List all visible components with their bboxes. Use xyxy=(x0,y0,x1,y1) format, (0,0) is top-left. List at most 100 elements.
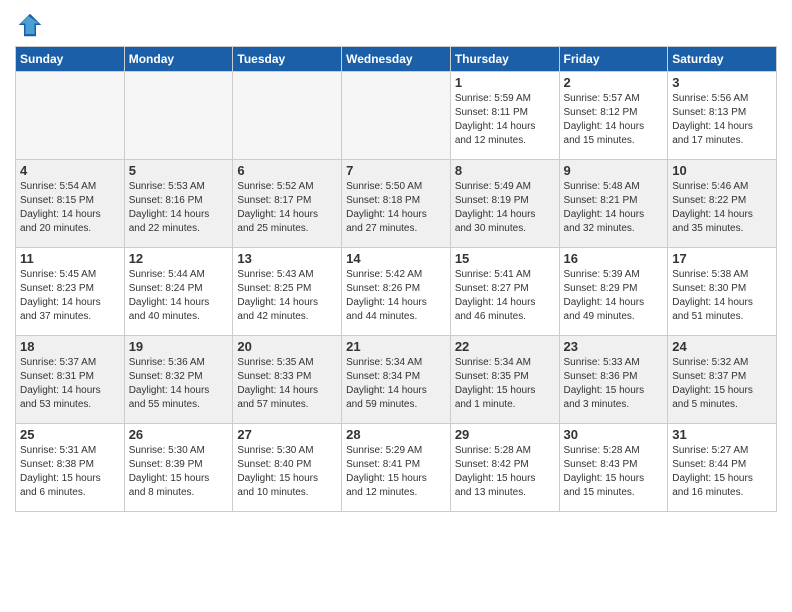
day-number: 13 xyxy=(237,251,337,266)
day-info: Sunrise: 5:30 AMSunset: 8:39 PMDaylight:… xyxy=(129,445,210,498)
day-number: 23 xyxy=(564,339,664,354)
calendar-day-cell xyxy=(342,72,451,160)
calendar-day-cell: 29 Sunrise: 5:28 AMSunset: 8:42 PMDaylig… xyxy=(450,424,559,512)
day-info: Sunrise: 5:54 AMSunset: 8:15 PMDaylight:… xyxy=(20,181,101,234)
calendar-table: SundayMondayTuesdayWednesdayThursdayFrid… xyxy=(15,46,777,512)
day-number: 17 xyxy=(672,251,772,266)
day-info: Sunrise: 5:33 AMSunset: 8:36 PMDaylight:… xyxy=(564,357,645,410)
calendar-day-cell xyxy=(124,72,233,160)
day-info: Sunrise: 5:56 AMSunset: 8:13 PMDaylight:… xyxy=(672,93,753,146)
logo-icon xyxy=(15,10,45,40)
day-info: Sunrise: 5:43 AMSunset: 8:25 PMDaylight:… xyxy=(237,269,318,322)
day-number: 12 xyxy=(129,251,229,266)
calendar-day-cell: 23 Sunrise: 5:33 AMSunset: 8:36 PMDaylig… xyxy=(559,336,668,424)
calendar-header-row: SundayMondayTuesdayWednesdayThursdayFrid… xyxy=(16,47,777,72)
day-number: 24 xyxy=(672,339,772,354)
calendar-day-cell: 12 Sunrise: 5:44 AMSunset: 8:24 PMDaylig… xyxy=(124,248,233,336)
calendar-week-row: 11 Sunrise: 5:45 AMSunset: 8:23 PMDaylig… xyxy=(16,248,777,336)
calendar-week-row: 25 Sunrise: 5:31 AMSunset: 8:38 PMDaylig… xyxy=(16,424,777,512)
calendar-week-row: 18 Sunrise: 5:37 AMSunset: 8:31 PMDaylig… xyxy=(16,336,777,424)
day-info: Sunrise: 5:38 AMSunset: 8:30 PMDaylight:… xyxy=(672,269,753,322)
calendar-day-cell: 13 Sunrise: 5:43 AMSunset: 8:25 PMDaylig… xyxy=(233,248,342,336)
calendar-day-cell xyxy=(233,72,342,160)
calendar-header-cell: Tuesday xyxy=(233,47,342,72)
day-info: Sunrise: 5:35 AMSunset: 8:33 PMDaylight:… xyxy=(237,357,318,410)
calendar-day-cell: 6 Sunrise: 5:52 AMSunset: 8:17 PMDayligh… xyxy=(233,160,342,248)
calendar-header-cell: Monday xyxy=(124,47,233,72)
calendar-day-cell: 4 Sunrise: 5:54 AMSunset: 8:15 PMDayligh… xyxy=(16,160,125,248)
day-number: 11 xyxy=(20,251,120,266)
day-info: Sunrise: 5:34 AMSunset: 8:35 PMDaylight:… xyxy=(455,357,536,410)
day-info: Sunrise: 5:48 AMSunset: 8:21 PMDaylight:… xyxy=(564,181,645,234)
day-info: Sunrise: 5:39 AMSunset: 8:29 PMDaylight:… xyxy=(564,269,645,322)
day-number: 16 xyxy=(564,251,664,266)
calendar-day-cell: 19 Sunrise: 5:36 AMSunset: 8:32 PMDaylig… xyxy=(124,336,233,424)
day-number: 22 xyxy=(455,339,555,354)
day-info: Sunrise: 5:49 AMSunset: 8:19 PMDaylight:… xyxy=(455,181,536,234)
day-info: Sunrise: 5:30 AMSunset: 8:40 PMDaylight:… xyxy=(237,445,318,498)
page: SundayMondayTuesdayWednesdayThursdayFrid… xyxy=(0,0,792,522)
calendar-day-cell: 28 Sunrise: 5:29 AMSunset: 8:41 PMDaylig… xyxy=(342,424,451,512)
day-number: 19 xyxy=(129,339,229,354)
day-number: 2 xyxy=(564,75,664,90)
calendar-day-cell: 30 Sunrise: 5:28 AMSunset: 8:43 PMDaylig… xyxy=(559,424,668,512)
day-info: Sunrise: 5:45 AMSunset: 8:23 PMDaylight:… xyxy=(20,269,101,322)
calendar-day-cell: 31 Sunrise: 5:27 AMSunset: 8:44 PMDaylig… xyxy=(668,424,777,512)
calendar-day-cell: 3 Sunrise: 5:56 AMSunset: 8:13 PMDayligh… xyxy=(668,72,777,160)
day-number: 6 xyxy=(237,163,337,178)
day-info: Sunrise: 5:57 AMSunset: 8:12 PMDaylight:… xyxy=(564,93,645,146)
calendar-day-cell: 7 Sunrise: 5:50 AMSunset: 8:18 PMDayligh… xyxy=(342,160,451,248)
calendar-body: 1 Sunrise: 5:59 AMSunset: 8:11 PMDayligh… xyxy=(16,72,777,512)
day-number: 10 xyxy=(672,163,772,178)
day-number: 29 xyxy=(455,427,555,442)
calendar-day-cell: 17 Sunrise: 5:38 AMSunset: 8:30 PMDaylig… xyxy=(668,248,777,336)
calendar-header-cell: Thursday xyxy=(450,47,559,72)
day-info: Sunrise: 5:52 AMSunset: 8:17 PMDaylight:… xyxy=(237,181,318,234)
day-number: 26 xyxy=(129,427,229,442)
calendar-day-cell: 27 Sunrise: 5:30 AMSunset: 8:40 PMDaylig… xyxy=(233,424,342,512)
day-number: 9 xyxy=(564,163,664,178)
day-info: Sunrise: 5:44 AMSunset: 8:24 PMDaylight:… xyxy=(129,269,210,322)
calendar-day-cell: 24 Sunrise: 5:32 AMSunset: 8:37 PMDaylig… xyxy=(668,336,777,424)
day-info: Sunrise: 5:59 AMSunset: 8:11 PMDaylight:… xyxy=(455,93,536,146)
calendar-day-cell: 20 Sunrise: 5:35 AMSunset: 8:33 PMDaylig… xyxy=(233,336,342,424)
calendar-header-cell: Friday xyxy=(559,47,668,72)
calendar-day-cell: 9 Sunrise: 5:48 AMSunset: 8:21 PMDayligh… xyxy=(559,160,668,248)
day-number: 28 xyxy=(346,427,446,442)
calendar-header-cell: Sunday xyxy=(16,47,125,72)
calendar-day-cell: 8 Sunrise: 5:49 AMSunset: 8:19 PMDayligh… xyxy=(450,160,559,248)
header xyxy=(15,10,777,40)
calendar-day-cell: 5 Sunrise: 5:53 AMSunset: 8:16 PMDayligh… xyxy=(124,160,233,248)
calendar-day-cell: 18 Sunrise: 5:37 AMSunset: 8:31 PMDaylig… xyxy=(16,336,125,424)
day-info: Sunrise: 5:31 AMSunset: 8:38 PMDaylight:… xyxy=(20,445,101,498)
day-number: 25 xyxy=(20,427,120,442)
day-info: Sunrise: 5:46 AMSunset: 8:22 PMDaylight:… xyxy=(672,181,753,234)
day-number: 21 xyxy=(346,339,446,354)
day-info: Sunrise: 5:36 AMSunset: 8:32 PMDaylight:… xyxy=(129,357,210,410)
day-number: 7 xyxy=(346,163,446,178)
day-number: 18 xyxy=(20,339,120,354)
day-number: 14 xyxy=(346,251,446,266)
day-number: 15 xyxy=(455,251,555,266)
logo xyxy=(15,10,49,40)
day-info: Sunrise: 5:28 AMSunset: 8:42 PMDaylight:… xyxy=(455,445,536,498)
calendar-day-cell: 22 Sunrise: 5:34 AMSunset: 8:35 PMDaylig… xyxy=(450,336,559,424)
day-info: Sunrise: 5:32 AMSunset: 8:37 PMDaylight:… xyxy=(672,357,753,410)
day-number: 4 xyxy=(20,163,120,178)
calendar-day-cell: 14 Sunrise: 5:42 AMSunset: 8:26 PMDaylig… xyxy=(342,248,451,336)
day-info: Sunrise: 5:53 AMSunset: 8:16 PMDaylight:… xyxy=(129,181,210,234)
calendar-week-row: 4 Sunrise: 5:54 AMSunset: 8:15 PMDayligh… xyxy=(16,160,777,248)
calendar-day-cell: 1 Sunrise: 5:59 AMSunset: 8:11 PMDayligh… xyxy=(450,72,559,160)
day-info: Sunrise: 5:50 AMSunset: 8:18 PMDaylight:… xyxy=(346,181,427,234)
calendar-day-cell: 25 Sunrise: 5:31 AMSunset: 8:38 PMDaylig… xyxy=(16,424,125,512)
day-info: Sunrise: 5:27 AMSunset: 8:44 PMDaylight:… xyxy=(672,445,753,498)
day-number: 30 xyxy=(564,427,664,442)
day-info: Sunrise: 5:34 AMSunset: 8:34 PMDaylight:… xyxy=(346,357,427,410)
day-info: Sunrise: 5:29 AMSunset: 8:41 PMDaylight:… xyxy=(346,445,427,498)
calendar-day-cell: 11 Sunrise: 5:45 AMSunset: 8:23 PMDaylig… xyxy=(16,248,125,336)
calendar-day-cell: 15 Sunrise: 5:41 AMSunset: 8:27 PMDaylig… xyxy=(450,248,559,336)
day-number: 8 xyxy=(455,163,555,178)
calendar-header-cell: Saturday xyxy=(668,47,777,72)
day-number: 31 xyxy=(672,427,772,442)
day-number: 27 xyxy=(237,427,337,442)
